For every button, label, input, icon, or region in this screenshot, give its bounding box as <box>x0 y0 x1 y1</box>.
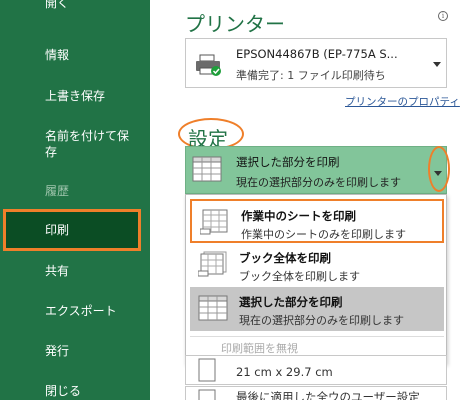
scaling-icon <box>198 389 216 400</box>
sidebar-item-close[interactable]: 閉じる <box>0 383 150 399</box>
sidebar-item-share[interactable]: 共有 <box>0 263 150 279</box>
info-icon[interactable]: i <box>438 11 448 21</box>
paper-size-label: 21 cm x 29.7 cm <box>236 365 333 379</box>
paper-icon <box>198 358 216 382</box>
printer-name: EPSON44867B (EP-775A S... <box>236 47 398 61</box>
sidebar-item-save[interactable]: 上書き保存 <box>0 88 150 104</box>
printer-heading: プリンター <box>185 12 285 36</box>
option-subtitle: 現在の選択部分のみを印刷します <box>239 314 404 327</box>
sidebar-item-label: 名前を付けて保 <box>45 129 130 143</box>
sidebar-item-label: 履歴 <box>45 184 70 198</box>
scaling-select[interactable]: 最後に適用した全ウのユーザー設定 <box>185 386 447 400</box>
menu-divider <box>190 336 444 337</box>
sidebar-item-label: 存 <box>45 145 58 159</box>
sidebar-item-history: 履歴 <box>0 183 150 199</box>
option-subtitle: 作業中のシートのみを印刷します <box>241 228 406 241</box>
sidebar-item-label: 上書き保存 <box>45 89 106 103</box>
sidebar-item-publish[interactable]: 発行 <box>0 343 150 359</box>
scaling-label: 最後に適用した全ウのユーザー設定 <box>236 390 420 400</box>
backstage-sidebar: 開く 情報 上書き保存 名前を付けて保 存 履歴 印刷 共有 エクスポート 発行… <box>0 0 150 400</box>
print-what-title: 選択した部分を印刷 <box>236 155 340 169</box>
print-what-menu: 作業中のシートを印刷 作業中のシートのみを印刷します ブック全体を印刷 ブック全… <box>185 194 447 364</box>
option-title: 作業中のシートを印刷 <box>241 209 356 223</box>
workbook-icon <box>198 251 227 277</box>
sidebar-item-label: 共有 <box>45 264 70 278</box>
sidebar-item-export[interactable]: エクスポート <box>0 303 150 319</box>
option-title: 選択した部分を印刷 <box>239 295 343 309</box>
paper-size-select[interactable]: 21 cm x 29.7 cm <box>185 355 447 385</box>
option-subtitle: ブック全体を印刷します <box>239 270 360 283</box>
print-what-select[interactable]: 選択した部分を印刷 現在の選択部分のみを印刷します <box>185 146 447 194</box>
printer-status: 準備完了: 1 ファイル印刷待ち <box>236 69 386 82</box>
sidebar-item-label: 閉じる <box>45 384 82 398</box>
printer-properties-link[interactable]: プリンターのプロパティ <box>345 94 460 109</box>
sidebar-item-label: 印刷 <box>45 223 70 237</box>
printer-select[interactable]: EPSON44867B (EP-775A S... 準備完了: 1 ファイル印刷… <box>185 38 447 88</box>
dropdown-arrow-highlight <box>428 146 450 192</box>
sidebar-item-save-as[interactable]: 名前を付けて保 存 <box>0 128 150 160</box>
sidebar-item-open[interactable]: 開く <box>0 0 150 11</box>
sidebar-item-label: 情報 <box>45 48 70 62</box>
sidebar-item-label: 発行 <box>45 344 70 358</box>
sidebar-item-label: 開く <box>45 0 70 10</box>
chevron-down-icon <box>433 62 441 67</box>
option-ignore-print-area: 印刷範囲を無視 <box>221 342 298 355</box>
print-what-subtitle: 現在の選択部分のみを印刷します <box>236 176 401 189</box>
printer-icon <box>196 54 221 76</box>
option-active-sheets[interactable]: 作業中のシートを印刷 作業中のシートのみを印刷します <box>190 199 444 243</box>
selection-grid-icon <box>198 295 228 321</box>
sidebar-item-info[interactable]: 情報 <box>0 47 150 63</box>
option-title: ブック全体を印刷 <box>239 251 331 265</box>
selection-grid-icon <box>192 156 222 182</box>
option-print-selection[interactable]: 選択した部分を印刷 現在の選択部分のみを印刷します <box>190 287 444 331</box>
option-entire-workbook[interactable]: ブック全体を印刷 ブック全体を印刷します <box>190 243 444 287</box>
sheet-icon <box>200 209 228 235</box>
sidebar-item-label: エクスポート <box>45 304 117 318</box>
sidebar-item-print[interactable]: 印刷 <box>3 209 141 251</box>
